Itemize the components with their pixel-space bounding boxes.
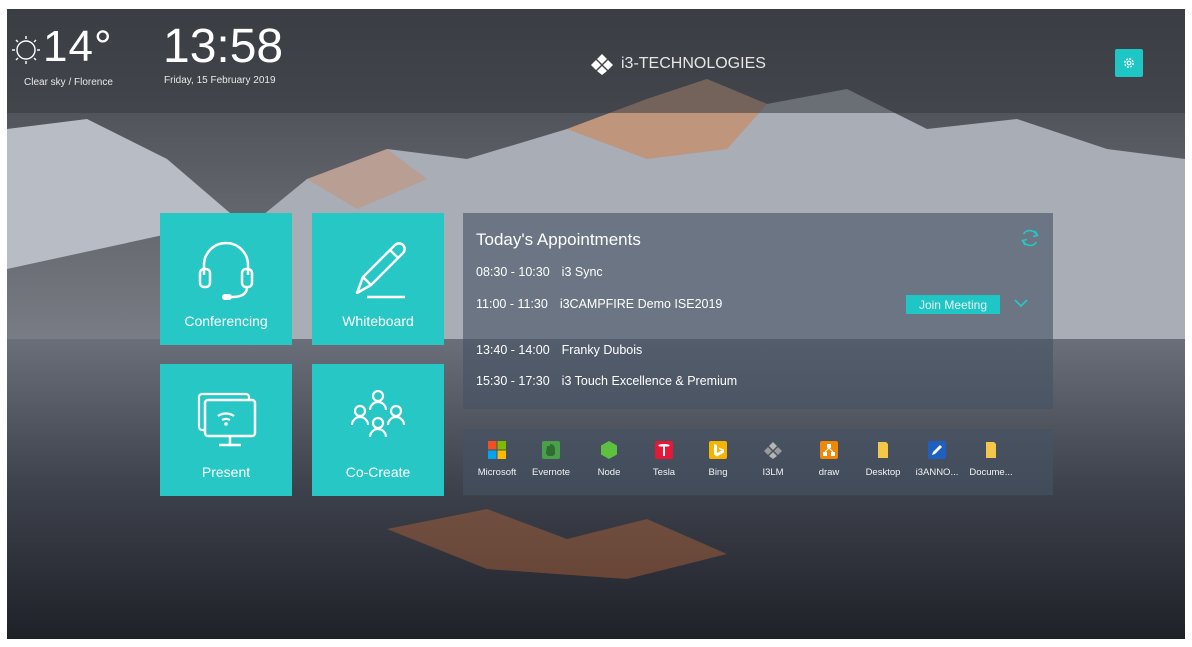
apps-bar: Microsoft Evernote Node Tesla Bing I3LM … — [463, 429, 1053, 495]
diamond-logo-icon — [591, 54, 613, 75]
folder-icon — [986, 442, 996, 458]
app-node[interactable]: Node — [583, 441, 635, 478]
tile-label: Whiteboard — [342, 313, 414, 329]
appointment-time: 15:30 - 17:30 — [476, 374, 550, 388]
appointment-time: 13:40 - 14:00 — [476, 343, 550, 357]
appointment-time: 08:30 - 10:30 — [476, 265, 550, 279]
app-label: Desktop — [865, 467, 901, 478]
brand-logo: i3-TECHNOLOGIES — [591, 53, 766, 75]
sun-icon — [12, 36, 40, 64]
appointment-item[interactable]: 13:40 - 14:00 Franky Dubois — [476, 343, 642, 357]
appointment-item[interactable]: 08:30 - 10:30 i3 Sync — [476, 265, 603, 279]
app-label: I3LM — [762, 467, 784, 478]
appointments-title: Today's Appointments — [476, 230, 641, 249]
appointment-subject: i3CAMPFIRE Demo ISE2019 — [559, 297, 723, 311]
temperature: 14° — [43, 22, 113, 71]
appointment-subject: i3 Touch Excellence & Premium — [561, 374, 738, 388]
folder-icon — [878, 442, 888, 458]
brand-name: i3-TECHNOLOGIES — [621, 55, 766, 72]
people-group-icon — [350, 389, 406, 438]
refresh-icon[interactable] — [1019, 227, 1041, 249]
app-label: Tesla — [652, 467, 676, 478]
microsoft-icon — [488, 441, 506, 459]
bing-icon — [709, 441, 727, 459]
gear-icon — [1124, 58, 1134, 68]
screen-share-icon — [197, 392, 257, 447]
tile-co-create[interactable]: Co-Create — [312, 364, 444, 496]
i3lm-icon — [764, 442, 782, 459]
tile-label: Conferencing — [184, 313, 268, 329]
app-label: i3ANNO... — [915, 467, 959, 478]
appointment-time: 11:00 - 11:30 — [476, 297, 548, 311]
tile-conferencing[interactable]: Conferencing — [160, 213, 292, 345]
app-tesla[interactable]: Tesla — [638, 441, 690, 478]
app-label: Docume... — [969, 467, 1013, 478]
pen-icon — [355, 242, 406, 299]
draw-icon — [820, 441, 838, 459]
appointment-item[interactable]: 11:00 - 11:30 i3CAMPFIRE Demo ISE2019 — [476, 297, 722, 311]
app-label: Evernote — [531, 467, 571, 478]
settings-button[interactable] — [1115, 49, 1143, 77]
appointments-panel: Today's Appointments 08:30 - 10:30 i3 Sy… — [463, 213, 1053, 409]
headset-icon — [198, 241, 254, 300]
weather-description: Clear sky / Florence — [24, 77, 113, 88]
app-label: draw — [818, 467, 840, 478]
app-desktop[interactable]: Desktop — [857, 441, 909, 478]
chevron-down-icon[interactable] — [1013, 297, 1029, 309]
appointment-item[interactable]: 15:30 - 17:30 i3 Touch Excellence & Prem… — [476, 374, 737, 388]
appointment-subject: i3 Sync — [561, 265, 603, 279]
appointment-subject: Franky Dubois — [561, 343, 643, 357]
app-evernote[interactable]: Evernote — [525, 441, 577, 478]
app-documents[interactable]: Docume... — [965, 441, 1017, 478]
top-bar: 14° Clear sky / Florence 13:58 Friday, 1… — [7, 9, 1185, 113]
clock-time: 13:58 — [163, 20, 284, 73]
tile-whiteboard[interactable]: Whiteboard — [312, 213, 444, 345]
clock-date: Friday, 15 February 2019 — [164, 75, 276, 86]
node-icon — [601, 441, 617, 459]
app-label: Microsoft — [477, 467, 517, 478]
evernote-icon — [542, 441, 560, 459]
app-label: Bing — [708, 467, 728, 478]
tile-present[interactable]: Present — [160, 364, 292, 496]
app-label: Node — [597, 467, 621, 478]
annotate-icon — [928, 441, 946, 459]
app-i3lm[interactable]: I3LM — [747, 441, 799, 478]
join-meeting-button[interactable]: Join Meeting — [906, 295, 1000, 314]
desktop-screen: 14° Clear sky / Florence 13:58 Friday, 1… — [7, 9, 1185, 639]
app-i3annotate[interactable]: i3ANNO... — [911, 441, 963, 478]
tile-label: Present — [201, 464, 251, 480]
tile-label: Co-Create — [345, 464, 411, 480]
app-bing[interactable]: Bing — [692, 441, 744, 478]
tesla-icon — [655, 441, 673, 459]
app-draw[interactable]: draw — [803, 441, 855, 478]
app-microsoft[interactable]: Microsoft — [471, 441, 523, 478]
